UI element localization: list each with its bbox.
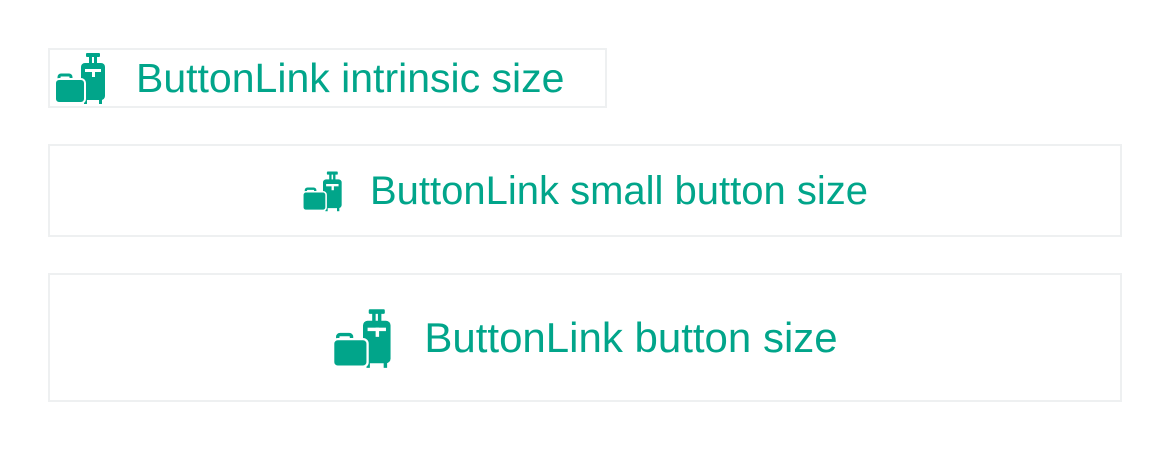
button-label: ButtonLink small button size <box>369 168 869 213</box>
button-link-button-size[interactable]: ButtonLink button size <box>48 273 1122 402</box>
button-link-intrinsic[interactable]: ButtonLink intrinsic size <box>48 48 607 108</box>
luggage-icon <box>332 307 394 369</box>
luggage-icon <box>301 170 344 212</box>
luggage-icon <box>54 51 108 105</box>
button-label: ButtonLink button size <box>424 313 838 361</box>
button-label: ButtonLink intrinsic size <box>136 54 565 101</box>
button-link-small[interactable]: ButtonLink small button size <box>48 144 1122 237</box>
